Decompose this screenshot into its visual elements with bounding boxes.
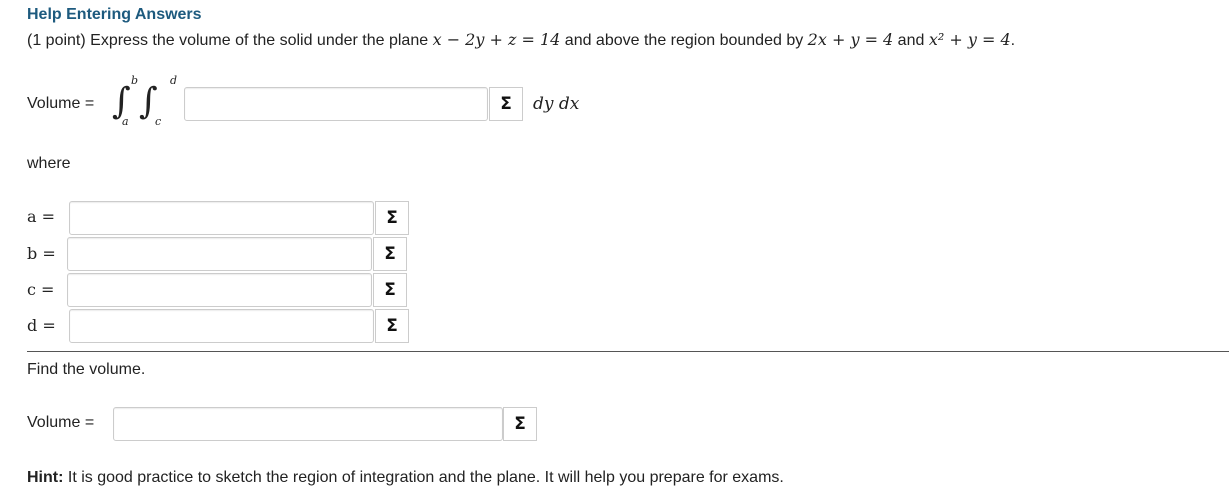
boundary-equation-2: x² + y = 4 [928, 30, 1011, 49]
limit-b-label: b = [27, 244, 56, 263]
help-entering-answers-link[interactable]: Help Entering Answers [27, 6, 202, 24]
sigma-icon: Σ [384, 244, 396, 264]
plane-equation: x − 2y + z = 14 [432, 30, 561, 49]
hint: Hint: It is good practice to sketch the … [27, 469, 784, 487]
volume-answer-label: Volume = [27, 414, 95, 431]
integrand-input[interactable] [184, 87, 488, 121]
volume-answer-equation-editor-button[interactable]: Σ [503, 407, 537, 441]
problem-text-part1: (1 point) Express the volume of the soli… [27, 32, 433, 49]
integrand-equation-editor-button[interactable]: Σ [489, 87, 523, 121]
find-volume-text: Find the volume. [27, 361, 146, 378]
hint-label: Hint: [27, 469, 64, 486]
outer-upper-limit: b [131, 74, 139, 87]
volume-integral-label: Volume = [27, 95, 95, 112]
limit-c-equation-editor-button[interactable]: Σ [373, 273, 407, 307]
boundary-equation-1: 2x + y = 4 [807, 30, 894, 49]
sigma-icon: Σ [386, 316, 398, 336]
outer-lower-limit: a [122, 115, 129, 128]
limit-a-label: a = [27, 207, 56, 226]
section-divider [27, 351, 1229, 352]
limit-d-input[interactable] [69, 309, 374, 343]
double-integral-expression: ∫ b a ∫ d c [112, 74, 182, 130]
sigma-icon: Σ [384, 280, 396, 300]
where-text: where [27, 155, 71, 172]
sigma-icon: Σ [386, 208, 398, 228]
limit-a-equation-editor-button[interactable]: Σ [375, 201, 409, 235]
limit-a-input[interactable] [69, 201, 374, 235]
sigma-icon: Σ [500, 94, 512, 114]
differentials-text: dy dx [533, 94, 580, 114]
problem-statement: (1 point) Express the volume of the soli… [27, 30, 1015, 50]
limit-d-label: d = [27, 316, 56, 335]
limit-d-equation-editor-button[interactable]: Σ [375, 309, 409, 343]
sigma-icon: Σ [514, 414, 526, 434]
inner-upper-limit: d [170, 74, 178, 87]
hint-text: It is good practice to sketch the region… [63, 469, 784, 486]
problem-text-part2: and above the region bounded by [560, 32, 808, 49]
limit-c-input[interactable] [67, 273, 372, 307]
period-text: . [1010, 32, 1016, 49]
inner-lower-limit: c [155, 115, 162, 128]
limit-c-label: c = [27, 280, 55, 299]
limit-b-equation-editor-button[interactable]: Σ [373, 237, 407, 271]
volume-answer-input[interactable] [113, 407, 503, 441]
limit-b-input[interactable] [67, 237, 372, 271]
and-text: and [893, 32, 929, 49]
